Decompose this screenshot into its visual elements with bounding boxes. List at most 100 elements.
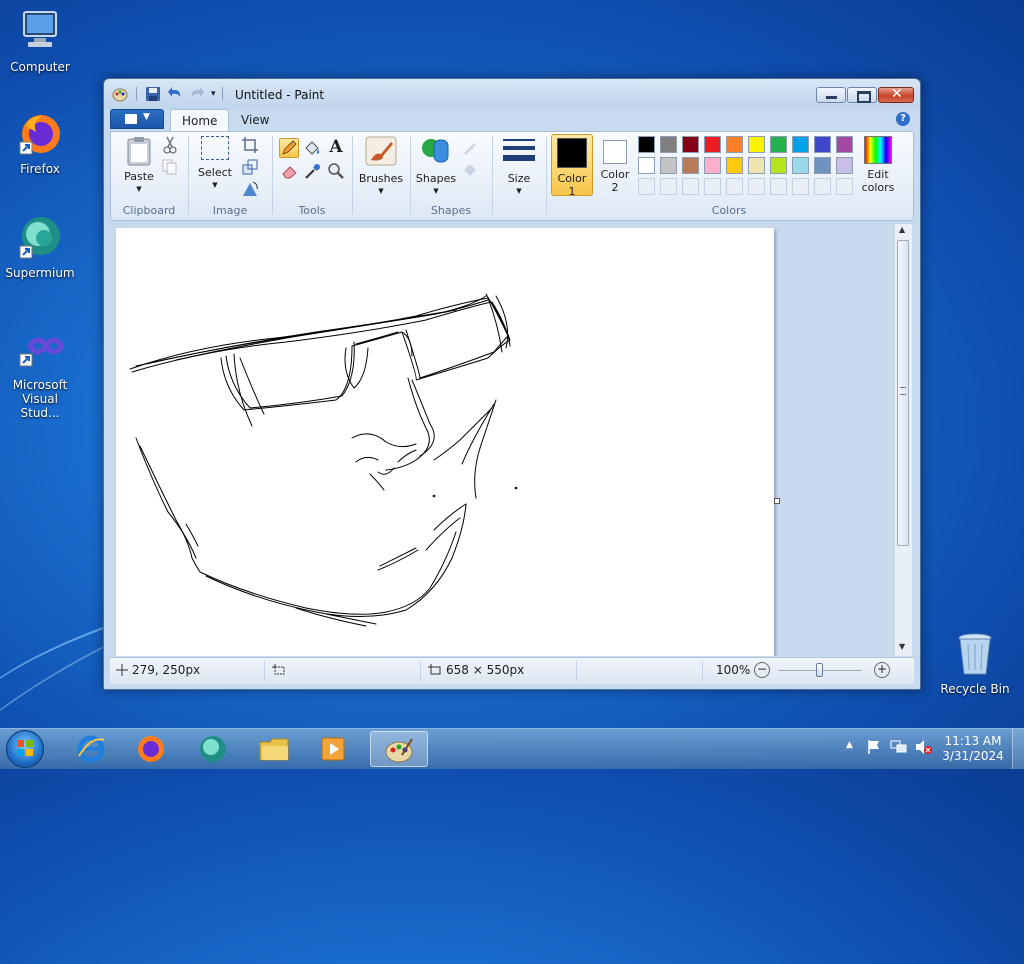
palette-swatch[interactable] [770, 157, 787, 174]
desktop-icon-recycle-bin[interactable]: Recycle Bin [935, 630, 1015, 696]
eraser-icon[interactable] [281, 162, 299, 180]
custom-color-slot[interactable] [660, 178, 677, 195]
text-tool-icon[interactable]: A [327, 138, 345, 156]
start-button[interactable] [6, 730, 44, 768]
zoom-in-button[interactable]: + [874, 662, 890, 678]
brushes-button[interactable]: Brushes ▼ [357, 136, 405, 198]
resize-icon[interactable] [241, 158, 259, 176]
zoom-out-button[interactable]: − [754, 662, 770, 678]
paste-button[interactable]: Paste ▼ [117, 136, 161, 196]
custom-color-slot[interactable] [792, 178, 809, 195]
paint-app-icon[interactable] [112, 86, 128, 102]
palette-swatch[interactable] [726, 157, 743, 174]
action-center-flag-icon[interactable] [866, 739, 882, 758]
group-label: Colors [711, 204, 747, 217]
shape-fill-icon[interactable] [461, 160, 479, 178]
custom-color-slot[interactable] [726, 178, 743, 195]
scroll-up-icon[interactable]: ▲ [899, 225, 905, 234]
title-bar[interactable]: ▾ Untitled - Paint ✕ [104, 79, 920, 109]
cut-icon[interactable] [161, 136, 179, 154]
palette-swatch[interactable] [682, 136, 699, 153]
palette-swatch[interactable] [682, 157, 699, 174]
network-icon[interactable] [890, 739, 908, 758]
palette-swatch[interactable] [748, 157, 765, 174]
edit-colors-button[interactable]: Edit colors [857, 134, 899, 194]
outline-icon[interactable] [461, 138, 479, 156]
pencil-icon[interactable] [279, 138, 299, 158]
ribbon-tabs: ▼ Home View ? [110, 109, 914, 132]
paint-menu-button[interactable]: ▼ [110, 109, 164, 129]
desktop-icon-supermium[interactable]: Supermium [0, 214, 80, 280]
custom-color-slot[interactable] [814, 178, 831, 195]
custom-color-slot[interactable] [836, 178, 853, 195]
palette-swatch[interactable] [660, 157, 677, 174]
palette-swatch[interactable] [836, 136, 853, 153]
palette-swatch[interactable] [726, 136, 743, 153]
magnifier-icon[interactable] [327, 162, 345, 180]
close-button[interactable]: ✕ [878, 86, 914, 103]
desktop-icon-visual-studio[interactable]: Microsoft Visual Stud... [0, 326, 80, 420]
chevron-down-icon: ▼ [433, 187, 439, 195]
palette-swatch[interactable] [704, 157, 721, 174]
desktop-icon-computer[interactable]: Computer [0, 8, 80, 74]
redo-icon[interactable] [189, 86, 205, 102]
save-icon[interactable] [145, 86, 161, 102]
help-icon[interactable]: ? [896, 112, 910, 126]
maximize-button[interactable] [847, 87, 877, 103]
edit-colors-label-line2: colors [861, 181, 895, 194]
palette-swatch[interactable] [770, 136, 787, 153]
rotate-icon[interactable] [241, 180, 259, 198]
desktop-icon-firefox[interactable]: Firefox [0, 110, 80, 176]
custom-color-slot[interactable] [638, 178, 655, 195]
minimize-button[interactable] [816, 87, 846, 103]
palette-swatch[interactable] [748, 136, 765, 153]
tab-home[interactable]: Home [170, 109, 230, 132]
taskbar-media-player[interactable] [308, 731, 362, 767]
tab-view[interactable]: View [230, 109, 280, 131]
fill-icon[interactable] [303, 139, 321, 157]
custom-color-slot[interactable] [704, 178, 721, 195]
palette-swatch[interactable] [638, 157, 655, 174]
taskbar-internet-explorer[interactable] [64, 731, 118, 767]
show-hidden-icons-icon[interactable]: ▲ [846, 740, 853, 750]
taskbar-firefox[interactable] [124, 731, 178, 767]
color-picker-icon[interactable] [304, 162, 322, 180]
customize-toolbar-icon[interactable]: ▾ [211, 89, 216, 99]
palette-swatch[interactable] [792, 157, 809, 174]
shapes-button[interactable]: Shapes ▼ [413, 136, 459, 198]
canvas-area[interactable] [110, 224, 894, 656]
palette-swatch[interactable] [660, 136, 677, 153]
custom-color-slot[interactable] [770, 178, 787, 195]
clock[interactable]: 11:13 AM 3/31/2024 [940, 734, 1006, 764]
status-divider [702, 661, 703, 681]
zoom-slider-thumb[interactable] [816, 663, 823, 677]
drawing-canvas[interactable] [116, 228, 780, 656]
scrollbar-thumb[interactable] [897, 240, 909, 546]
palette-swatch[interactable] [792, 136, 809, 153]
palette-swatch[interactable] [814, 136, 831, 153]
palette-swatch[interactable] [638, 136, 655, 153]
palette-swatch[interactable] [836, 157, 853, 174]
show-desktop-button[interactable] [1012, 729, 1024, 769]
select-button[interactable]: Select ▼ [195, 136, 235, 192]
folder-icon [258, 736, 292, 764]
color1-button[interactable]: Color 1 [551, 134, 593, 198]
taskbar-supermium[interactable] [186, 731, 240, 767]
canvas-size: 658 × 550px [446, 663, 525, 677]
undo-icon[interactable] [167, 86, 183, 102]
taskbar-file-explorer[interactable] [248, 731, 302, 767]
custom-color-slot[interactable] [748, 178, 765, 195]
taskbar-paint[interactable] [370, 731, 428, 767]
palette-swatch[interactable] [704, 136, 721, 153]
desktop-icon-label: Recycle Bin [940, 682, 1010, 696]
size-button[interactable]: Size ▼ [497, 136, 541, 198]
vertical-scrollbar[interactable]: ▲ ▼ [894, 224, 912, 656]
palette-swatch[interactable] [814, 157, 831, 174]
canvas-resize-handle[interactable] [774, 498, 780, 504]
crop-icon[interactable] [241, 136, 259, 154]
copy-icon[interactable] [161, 158, 179, 176]
custom-color-slot[interactable] [682, 178, 699, 195]
scroll-down-icon[interactable]: ▼ [899, 642, 905, 651]
color2-button[interactable]: Color 2 [595, 134, 635, 196]
volume-muted-icon[interactable] [914, 739, 932, 758]
